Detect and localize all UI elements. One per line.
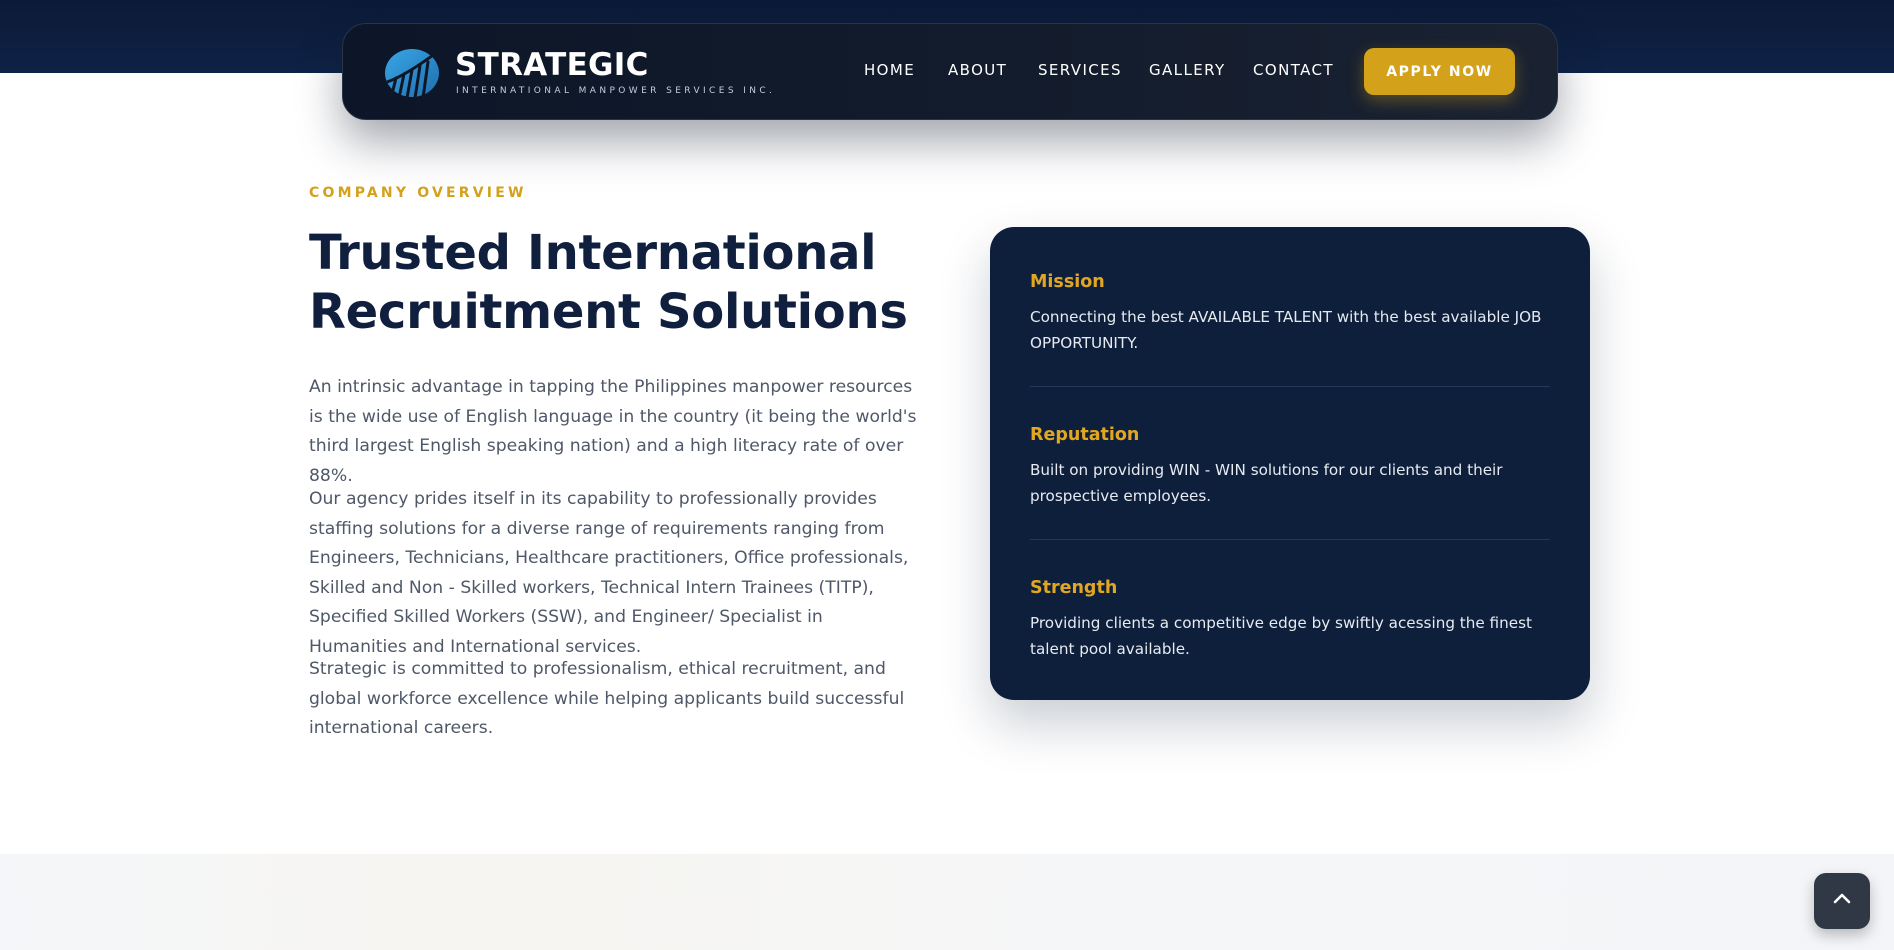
chevron-up-icon bbox=[1831, 888, 1853, 914]
nav-about[interactable]: ABOUT bbox=[948, 60, 1007, 80]
values-card: Mission Connecting the best AVAILABLE TA… bbox=[990, 227, 1590, 700]
overview-paragraph-3: Strategic is committed to professionalis… bbox=[309, 659, 905, 738]
value-text: Providing clients a competitive edge by … bbox=[1030, 614, 1532, 658]
overview-paragraph-1: An intrinsic advantage in tapping the Ph… bbox=[309, 377, 917, 486]
brand-name: STRATEGIC bbox=[455, 47, 649, 83]
value-title: Reputation bbox=[1030, 425, 1140, 445]
section-title: Trusted International Recruitment Soluti… bbox=[309, 225, 908, 340]
value-title: Mission bbox=[1030, 272, 1105, 292]
overview-paragraph-2: Our agency prides itself in its capabili… bbox=[309, 489, 909, 657]
value-reputation: Reputation Built on providing WIN - WIN … bbox=[1030, 423, 1550, 509]
value-mission: Mission Connecting the best AVAILABLE TA… bbox=[1030, 270, 1550, 356]
nav-gallery[interactable]: GALLERY bbox=[1149, 60, 1226, 80]
brand[interactable]: STRATEGIC INTERNATIONAL MANPOWER SERVICE… bbox=[383, 46, 772, 100]
company-logo-icon bbox=[383, 48, 439, 100]
value-strength: Strength Providing clients a competitive… bbox=[1030, 576, 1550, 662]
nav-contact[interactable]: CONTACT bbox=[1253, 60, 1334, 80]
section-eyebrow: COMPANY OVERVIEW bbox=[309, 185, 527, 201]
value-divider bbox=[1030, 386, 1550, 387]
nav-services[interactable]: SERVICES bbox=[1038, 60, 1122, 80]
value-title: Strength bbox=[1030, 578, 1118, 598]
value-text: Built on providing WIN - WIN solutions f… bbox=[1030, 461, 1503, 505]
value-text: Connecting the best AVAILABLE TALENT wit… bbox=[1030, 308, 1542, 352]
nav-home[interactable]: HOME bbox=[864, 60, 915, 80]
navbar: STRATEGIC INTERNATIONAL MANPOWER SERVICE… bbox=[342, 23, 1558, 120]
brand-tagline: INTERNATIONAL MANPOWER SERVICES INC. bbox=[456, 86, 776, 96]
next-section-background bbox=[0, 854, 1894, 950]
scroll-to-top-button[interactable] bbox=[1814, 873, 1870, 929]
value-divider bbox=[1030, 539, 1550, 540]
apply-now-button[interactable]: APPLY NOW bbox=[1364, 48, 1515, 95]
